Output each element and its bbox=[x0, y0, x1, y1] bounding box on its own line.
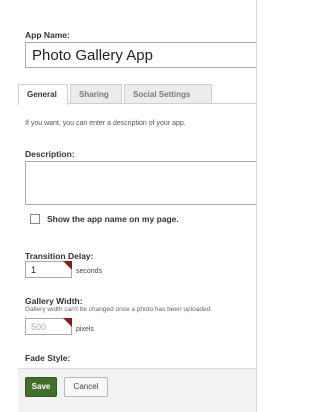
transition-delay-value: 1 bbox=[31, 265, 37, 275]
form-footer: Save Cancel bbox=[18, 368, 260, 412]
app-settings-panel: App Name: Photo Gallery App General Shar… bbox=[0, 0, 260, 412]
tab-sharing[interactable]: Sharing bbox=[70, 84, 122, 103]
fade-style-label: Fade Style: bbox=[25, 353, 71, 363]
gallery-width-input: 500 bbox=[25, 318, 72, 335]
gallery-width-unit: pixels bbox=[76, 326, 94, 333]
gallery-width-value: 500 bbox=[31, 322, 47, 332]
gallery-width-label: Gallery Width: bbox=[25, 296, 83, 306]
gallery-width-note: Gallery width can't be changed once a ph… bbox=[25, 306, 212, 313]
description-textarea[interactable] bbox=[25, 161, 260, 205]
field-corner-marker bbox=[63, 318, 72, 327]
app-name-label: App Name: bbox=[25, 30, 70, 40]
panel-right-edge bbox=[256, 0, 260, 412]
field-corner-marker bbox=[63, 261, 72, 270]
tab-general[interactable]: General bbox=[18, 84, 68, 105]
settings-tabs: General Sharing Social Settings bbox=[18, 84, 258, 105]
show-app-name-checkbox[interactable] bbox=[30, 214, 40, 224]
save-button[interactable]: Save bbox=[25, 377, 57, 397]
transition-delay-unit: seconds bbox=[76, 268, 103, 275]
show-app-name-label: Show the app name on my page. bbox=[47, 214, 179, 224]
show-app-name-row[interactable]: Show the app name on my page. bbox=[30, 213, 179, 225]
app-name-input[interactable]: Photo Gallery App bbox=[25, 42, 260, 68]
tab-social-settings[interactable]: Social Settings bbox=[124, 84, 212, 103]
description-label: Description: bbox=[25, 149, 75, 159]
transition-delay-input[interactable]: 1 bbox=[25, 261, 72, 278]
transition-delay-label: Transition Delay: bbox=[25, 251, 94, 261]
cancel-button[interactable]: Cancel bbox=[64, 377, 108, 397]
description-hint: If you want, you can enter a description… bbox=[25, 120, 186, 127]
